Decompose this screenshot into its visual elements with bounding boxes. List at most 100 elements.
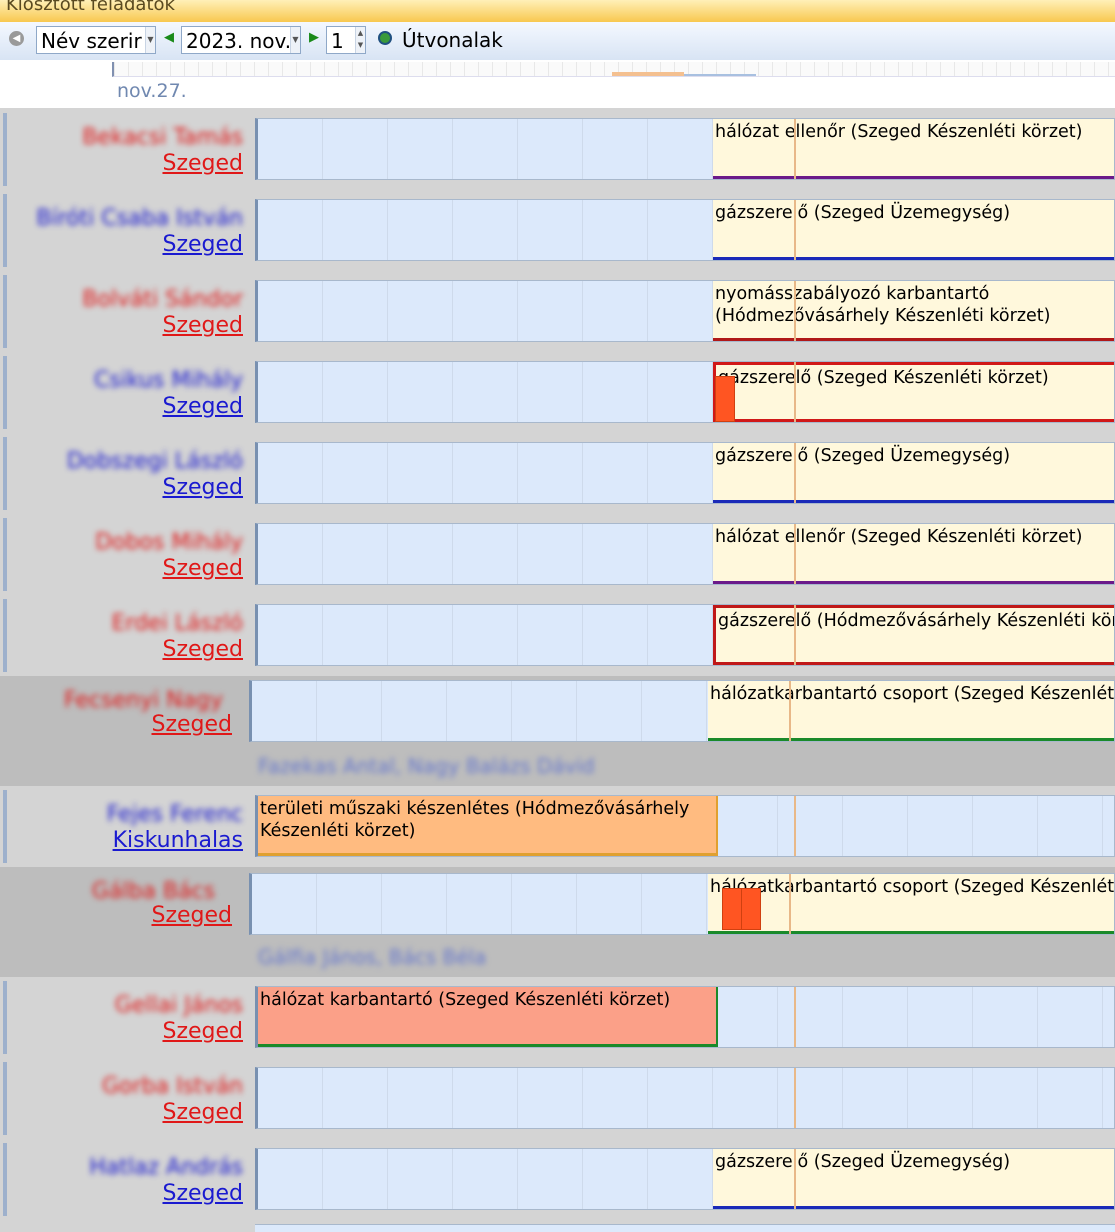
timeline-highlight-secondary [684, 74, 756, 76]
group-city[interactable]: Szeged [151, 903, 232, 928]
row-accent [3, 790, 7, 863]
schedule-lane[interactable]: gázszerelő (Szeged Üzemegység) [255, 442, 1115, 504]
worker-row: Hatlaz András Szeged gázszerelő (Szeged … [0, 1141, 1115, 1218]
task-label: gázszerelő (Szeged Üzemegység) [715, 203, 1011, 223]
now-marker [794, 119, 796, 179]
task-label: területi műszaki készenlétes (Hódmezővás… [260, 799, 690, 841]
task-block[interactable]: területi műszaki készenlétes (Hódmezővás… [258, 796, 718, 856]
prev-arrow-icon[interactable]: ◀ [164, 30, 174, 45]
group-members: Gálfia János, Bács Béla [258, 945, 487, 969]
worker-city[interactable]: Szeged [162, 1181, 243, 1206]
task-block[interactable]: gázszerelő (Hódmezővásárhely Készenléti … [713, 605, 1114, 665]
now-marker [794, 200, 796, 260]
worker-name[interactable]: Gellai János [115, 993, 243, 1018]
group-members: Fazekas Antal, Nagy Balázs Dávid [258, 754, 595, 778]
worker-city[interactable]: Szeged [162, 1100, 243, 1125]
row-accent [3, 599, 7, 672]
event-block[interactable] [715, 376, 735, 422]
worker-city[interactable]: Kiskunhalas [113, 828, 243, 853]
worker-name[interactable]: Bíróti Csaba István [36, 206, 243, 231]
worker-row: Bíróti Csaba István Szeged gázszerelő (S… [0, 192, 1115, 269]
stepper-arrows-icon[interactable]: ▲ ▼ [355, 27, 365, 53]
schedule-lane[interactable]: hálózat ellenőr (Szeged Készenléti körze… [255, 523, 1115, 585]
worker-name[interactable]: Erdei László [112, 611, 243, 636]
timeline-date-label: nov.27. [117, 80, 187, 102]
task-block[interactable]: nyomásszabályozó karbantartó (Hódmezővás… [713, 281, 1114, 341]
schedule-lane[interactable]: gázszerelő (Hódmezővásárhely Készenléti … [255, 604, 1115, 666]
now-marker [794, 796, 796, 856]
task-label: gázszerelő (Szeged Készenléti körzet) [718, 368, 1049, 388]
task-block[interactable]: gázszerelő (Szeged Készenléti körzet) [713, 362, 1114, 422]
worker-row: Fejes Ferenc Kiskunhalas területi műszak… [0, 788, 1115, 865]
worker-name[interactable]: Bolváti Sándor [82, 287, 243, 312]
task-block[interactable]: gázszerelő (Szeged Üzemegység) [713, 1149, 1114, 1209]
now-marker [789, 681, 791, 741]
worker-city[interactable]: Szeged [162, 394, 243, 419]
date-select[interactable]: 2023. nov. ▼ [181, 26, 301, 54]
timeline-highlight [612, 72, 684, 76]
group-city[interactable]: Szeged [151, 712, 232, 737]
worker-name[interactable]: Bekacsi Tamás [82, 125, 243, 150]
schedule-lane[interactable]: hálózatkarbantartó csoport (Szeged Késze… [249, 873, 1115, 935]
chevron-down-icon: ▼ [145, 27, 155, 53]
group-name[interactable]: Gálba Bács [92, 879, 215, 904]
routes-button[interactable]: Útvonalak [402, 28, 503, 52]
schedule-lane[interactable]: hálózat karbantartó (Szeged Készenléti k… [255, 986, 1115, 1048]
schedule-lane[interactable]: gázszerelő (Szeged Üzemegység) [255, 1148, 1115, 1210]
day-value: 1 [331, 29, 344, 53]
group-name[interactable]: Fecsenyi Nagy [64, 688, 223, 713]
worker-row: Erdei László Szeged gázszerelő (Hódmezőv… [0, 597, 1115, 674]
now-marker [794, 524, 796, 584]
now-marker [794, 987, 796, 1047]
worker-name[interactable]: Gorba István [102, 1074, 243, 1099]
schedule-lane[interactable]: területi műszaki készenlétes (Hódmezővás… [255, 795, 1115, 857]
worker-city[interactable]: Szeged [162, 637, 243, 662]
task-block[interactable]: hálózatkarbantartó csoport (Szeged Késze… [708, 681, 1114, 741]
schedule-lane[interactable]: hálózat ellenőr (Szeged Készenléti körze… [255, 118, 1115, 180]
schedule-lane[interactable]: nyomásszabályozó karbantartó (Hódmezővás… [255, 280, 1115, 342]
schedule-lane[interactable]: gázszerelő (Szeged Üzemegység) [255, 199, 1115, 261]
back-icon[interactable]: ◀ [9, 31, 24, 46]
task-label: gázszerelő (Szeged Üzemegység) [715, 1152, 1011, 1172]
worker-name[interactable]: Fejes Ferenc [107, 802, 243, 827]
schedule-lane[interactable]: gázszerelő (Szeged Készenléti körzet) [255, 361, 1115, 423]
row-accent [3, 113, 7, 186]
row-accent [3, 1143, 7, 1216]
sort-select[interactable]: Név szerir ▼ [36, 26, 156, 54]
now-marker [794, 1149, 796, 1209]
worker-city[interactable]: Szeged [162, 475, 243, 500]
now-marker [794, 1068, 796, 1128]
event-block[interactable] [722, 888, 742, 930]
routes-icon[interactable] [378, 31, 392, 45]
lane-grid [258, 1068, 1114, 1128]
task-label: hálózatkarbantartó csoport (Szeged Késze… [710, 877, 1115, 897]
worker-city[interactable]: Szeged [162, 151, 243, 176]
now-marker [794, 605, 796, 665]
task-block[interactable]: gázszerelő (Szeged Üzemegység) [713, 200, 1114, 260]
task-label: hálózat ellenőr (Szeged Készenléti körze… [715, 122, 1083, 142]
task-label: hálózat karbantartó (Szeged Készenléti k… [260, 990, 671, 1010]
event-block[interactable] [741, 888, 761, 930]
schedule-lane[interactable]: hálózatkarbantartó csoport (Szeged Késze… [249, 680, 1115, 742]
toolbar: ◀ Név szerir ▼ ◀ 2023. nov. ▼ ▶ 1 ▲ ▼ Útv… [0, 22, 1115, 61]
worker-city[interactable]: Szeged [162, 313, 243, 338]
now-marker [794, 362, 796, 422]
worker-city[interactable]: Szeged [162, 556, 243, 581]
task-block[interactable]: gázszerelő (Szeged Üzemegység) [713, 443, 1114, 503]
next-arrow-icon[interactable]: ▶ [309, 30, 319, 45]
task-block[interactable]: hálózat karbantartó (Szeged Készenléti k… [258, 987, 718, 1047]
worker-city[interactable]: Szeged [162, 232, 243, 257]
day-stepper[interactable]: 1 ▲ ▼ [326, 26, 366, 54]
task-block[interactable]: hálózat ellenőr (Szeged Készenléti körze… [713, 119, 1114, 179]
worker-name[interactable]: Hatlaz András [89, 1155, 243, 1180]
task-block[interactable]: hálózat ellenőr (Szeged Készenléti körze… [713, 524, 1114, 584]
timeline-ruler: nov.27. [0, 60, 1115, 108]
worker-name[interactable]: Csikus Mihály [94, 368, 243, 393]
schedule-lane[interactable] [255, 1067, 1115, 1129]
worker-city[interactable]: Szeged [162, 1019, 243, 1044]
row-accent [3, 981, 7, 1054]
worker-name[interactable]: Dobos Mihály [95, 530, 243, 555]
task-block[interactable]: hálózatkarbantartó csoport (Szeged Késze… [708, 874, 1115, 934]
row-accent [3, 518, 7, 591]
worker-name[interactable]: Dobszegi László [67, 449, 243, 474]
